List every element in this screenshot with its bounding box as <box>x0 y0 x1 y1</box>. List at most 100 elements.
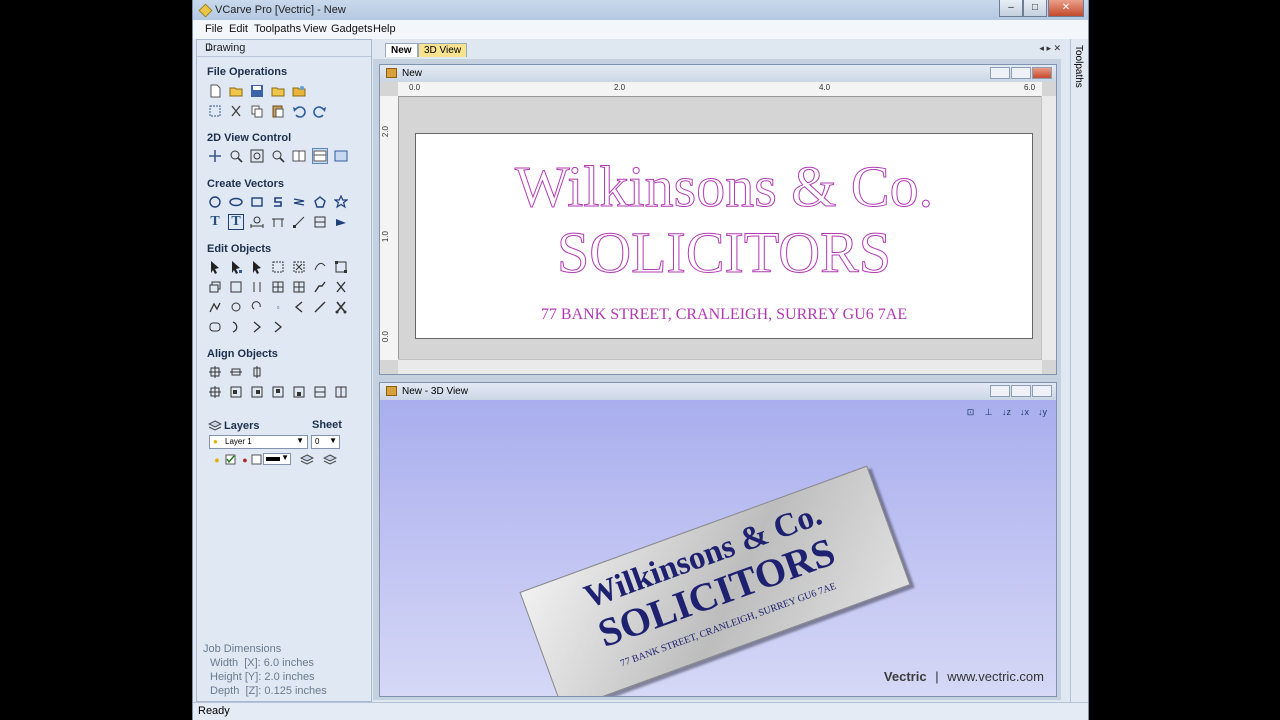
align-both-icon[interactable] <box>207 384 223 400</box>
sheet-select[interactable]: 0 ▼ <box>311 435 340 449</box>
dogbone-icon[interactable] <box>291 299 307 315</box>
copy-icon[interactable] <box>249 103 265 119</box>
node-select-icon[interactable] <box>228 259 244 275</box>
weld-icon[interactable] <box>291 259 307 275</box>
align-bottom-icon[interactable] <box>291 384 307 400</box>
import-bitmap-icon[interactable] <box>291 83 307 99</box>
select-all-icon[interactable] <box>207 103 223 119</box>
undo-icon[interactable] <box>291 103 307 119</box>
3d-view-icon[interactable] <box>333 148 349 164</box>
node-edit-icon[interactable] <box>291 214 307 230</box>
align-left-icon[interactable] <box>228 384 244 400</box>
fillet-corner-icon[interactable] <box>228 299 244 315</box>
tab-3d-view[interactable]: 3D View <box>418 43 468 57</box>
offset-icon[interactable] <box>207 299 223 315</box>
space-horizontal-icon[interactable] <box>312 384 328 400</box>
pan-icon[interactable] <box>207 148 223 164</box>
title-bar[interactable]: VCarve Pro [Vectric] - New – □ ✕ <box>193 0 1088 21</box>
menu-view[interactable]: View <box>303 23 327 35</box>
view-x-icon[interactable]: ↓x <box>1017 405 1032 419</box>
iso-view-icon[interactable]: ⊥ <box>981 405 996 419</box>
menu-edit[interactable]: Edit <box>229 23 248 35</box>
transform-select-icon[interactable] <box>249 259 265 275</box>
group-icon[interactable] <box>270 279 286 295</box>
menu-file[interactable]: File <box>205 23 223 35</box>
view-3d-minimize-button[interactable] <box>990 385 1010 397</box>
select-icon[interactable] <box>207 259 223 275</box>
align-hcenter-icon[interactable] <box>228 364 244 380</box>
open-file-icon[interactable] <box>228 83 244 99</box>
distort-icon[interactable] <box>249 279 265 295</box>
horizontal-scrollbar[interactable] <box>398 359 1042 374</box>
cut-icon[interactable] <box>228 103 244 119</box>
text-on-curve-icon[interactable]: T <box>228 214 244 230</box>
tangent-icon[interactable] <box>312 299 328 315</box>
join-icon[interactable] <box>312 279 328 295</box>
align-top-icon[interactable] <box>270 384 286 400</box>
outline-line-1[interactable]: Wilkinsons & Co. <box>514 154 933 220</box>
outline-line-2[interactable]: SOLICITORS <box>556 220 891 286</box>
curve-fit-icon[interactable] <box>312 259 328 275</box>
zoom-box-icon[interactable] <box>228 148 244 164</box>
draw-vector-icon[interactable] <box>333 214 349 230</box>
layout-icon[interactable] <box>291 148 307 164</box>
smooth-icon[interactable]: ▫ <box>270 299 286 315</box>
menu-gadgets[interactable]: Gadgets <box>331 23 373 35</box>
star-icon[interactable] <box>333 194 349 210</box>
rotate-icon[interactable] <box>207 279 223 295</box>
menu-toolpaths[interactable]: Toolpaths <box>254 23 301 35</box>
view-z-icon[interactable]: ↓z <box>999 405 1014 419</box>
minimize-button[interactable]: – <box>999 0 1023 17</box>
view-3d-close-button[interactable] <box>1032 385 1052 397</box>
layer-add-icon[interactable] <box>322 452 338 468</box>
3d-preview-canvas[interactable]: ⊡ ⊥ ↓z ↓x ↓y Wilkinsons & Co. SOLICITORS… <box>380 400 1056 696</box>
zoom-extents-3d-icon[interactable]: ⊡ <box>963 405 978 419</box>
drawing-canvas[interactable]: 0.0 2.0 4.0 6.0 2.0 1.0 0.0 Wilkinsons &… <box>380 82 1056 374</box>
maximize-button[interactable]: □ <box>1023 0 1047 17</box>
toolpaths-strip[interactable]: Toolpaths <box>1070 39 1088 702</box>
boundary-icon[interactable] <box>207 319 223 335</box>
paste-icon[interactable] <box>270 103 286 119</box>
arc-icon[interactable] <box>228 319 244 335</box>
vertical-scrollbar[interactable] <box>1041 96 1056 360</box>
pin-icon[interactable]: ⊥ <box>205 42 365 53</box>
layer-manager-icon[interactable] <box>299 452 315 468</box>
close-button[interactable]: ✕ <box>1048 0 1084 17</box>
view-2d-restore-button[interactable] <box>1011 67 1031 79</box>
chevron-double-icon[interactable] <box>270 319 286 335</box>
space-vertical-icon[interactable] <box>333 384 349 400</box>
view-2d-titlebar[interactable]: New <box>380 65 1056 83</box>
polyline-icon[interactable] <box>270 194 286 210</box>
save-icon[interactable] <box>249 83 265 99</box>
material-sheet[interactable]: Wilkinsons & Co. SOLICITORS 77 BANK STRE… <box>415 133 1033 339</box>
extend-icon[interactable] <box>249 299 265 315</box>
move-icon[interactable] <box>270 259 286 275</box>
scissors-icon[interactable] <box>333 299 349 315</box>
tab-new[interactable]: New <box>385 43 418 57</box>
circle-icon[interactable] <box>207 194 223 210</box>
ellipse-icon[interactable] <box>228 194 244 210</box>
layer-color-select[interactable]: ▼ <box>263 453 291 465</box>
outline-line-3[interactable]: 77 BANK STREET, CRANLEIGH, SURREY GU6 7A… <box>541 306 907 323</box>
tab-nav-arrows[interactable]: ◂ ▸ ✕ <box>1039 43 1061 54</box>
menu-help[interactable]: Help <box>373 23 396 35</box>
view-2d-minimize-button[interactable] <box>990 67 1010 79</box>
text-icon[interactable]: T <box>207 214 223 230</box>
mirror-icon[interactable] <box>228 279 244 295</box>
dimension-icon[interactable] <box>249 214 265 230</box>
chevron-icon[interactable] <box>249 319 265 335</box>
view-y-icon[interactable]: ↓y <box>1035 405 1050 419</box>
toggle-view-icon[interactable] <box>312 148 328 164</box>
polygon-icon[interactable] <box>312 194 328 210</box>
new-file-icon[interactable] <box>207 83 223 99</box>
zoom-extents-icon[interactable] <box>249 148 265 164</box>
align-vcenter-icon[interactable] <box>249 364 265 380</box>
align-right-icon[interactable] <box>249 384 265 400</box>
view-3d-restore-button[interactable] <box>1011 385 1031 397</box>
align-center-icon[interactable] <box>207 364 223 380</box>
view-3d-titlebar[interactable]: New - 3D View <box>380 383 1056 401</box>
zoom-out-icon[interactable] <box>270 148 286 164</box>
view-2d-close-button[interactable] <box>1032 67 1052 79</box>
trim-icon[interactable] <box>333 279 349 295</box>
redo-icon[interactable] <box>312 103 328 119</box>
